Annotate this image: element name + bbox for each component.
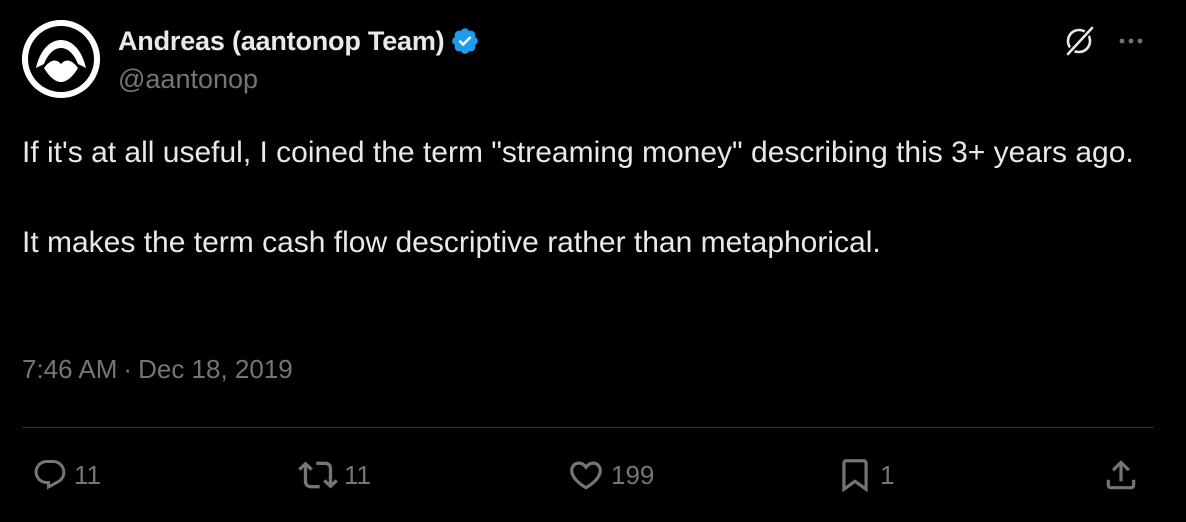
- author-handle[interactable]: @aantonop: [118, 64, 258, 95]
- like-icon: [567, 456, 605, 494]
- share-button[interactable]: [1102, 450, 1140, 500]
- grok-icon[interactable]: [1062, 22, 1098, 58]
- bookmark-icon: [836, 456, 874, 494]
- like-count: 199: [611, 459, 655, 490]
- author-display-name[interactable]: Andreas (aantonop Team): [118, 26, 445, 57]
- like-button[interactable]: 199: [567, 450, 654, 500]
- bookmark-count: 1: [880, 459, 895, 490]
- retweet-count: 11: [344, 459, 371, 490]
- divider: [22, 427, 1154, 428]
- tweet-text: If it's at all useful, I coined the term…: [22, 136, 1134, 259]
- avatar[interactable]: [22, 20, 100, 98]
- reply-button[interactable]: 11: [32, 450, 101, 500]
- verified-badge-icon: [450, 26, 480, 56]
- tweet-time: 7:46 AM: [22, 354, 118, 384]
- reply-count: 11: [74, 459, 101, 490]
- timestamp-separator: ·: [123, 354, 133, 384]
- author-name-row: Andreas (aantonop Team): [118, 24, 480, 58]
- avatar-logo-icon: [22, 20, 100, 98]
- share-icon: [1102, 456, 1140, 494]
- reply-icon: [32, 457, 68, 493]
- tweet-date: Dec 18, 2019: [138, 354, 293, 384]
- tweet-timestamp[interactable]: 7:46 AM · Dec 18, 2019: [22, 354, 293, 385]
- tweet-card: Andreas (aantonop Team) @aantonop If it'…: [0, 0, 1186, 522]
- retweet-button[interactable]: 11: [298, 450, 371, 500]
- more-options-icon[interactable]: [1116, 26, 1146, 56]
- bookmark-button[interactable]: 1: [836, 450, 894, 500]
- action-bar: 11 11 199 1: [0, 450, 1186, 500]
- retweet-icon: [298, 455, 338, 495]
